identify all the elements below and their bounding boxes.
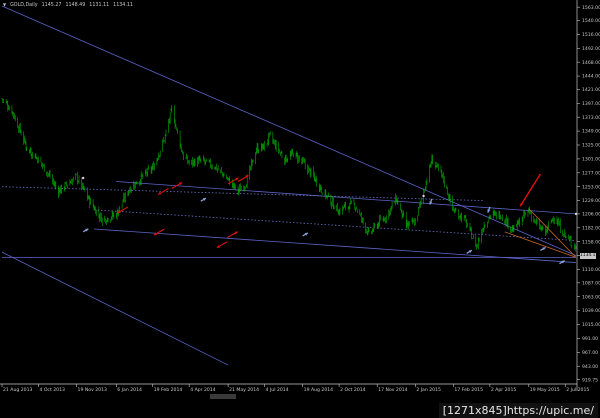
trendline-5	[1, 186, 484, 201]
annotation-arrows	[81, 173, 578, 265]
y-tick-label: 1277.00	[582, 170, 600, 176]
y-tick-label: 1516.00	[582, 32, 600, 38]
collapse-arrow-icon[interactable]: ▼	[3, 2, 6, 7]
anchor-dot-icon	[81, 176, 85, 180]
wedge-line-upper	[528, 208, 577, 258]
chart-tab[interactable]	[210, 394, 236, 399]
y-tick-label: 1397.00	[582, 101, 600, 107]
y-tick-label: 1301.00	[582, 156, 600, 162]
y-tick-label: 1039.00	[582, 308, 600, 314]
y-tick-label: 1444.00	[582, 74, 600, 80]
y-tick-label: 1158.00	[582, 239, 600, 245]
trendline-1	[116, 181, 577, 215]
chart-canvas[interactable]: 1563.00 1540.00 1516.00 1492.00 1468.00 1444.…	[0, 0, 600, 418]
close-value: 1134.11	[113, 3, 133, 8]
symbol-label: GOLD,Daily	[10, 3, 38, 8]
y-tick-label: 1373.00	[582, 115, 600, 121]
y-tick-label: 1563.00	[582, 5, 600, 11]
y-tick-label: 1325.00	[582, 143, 600, 149]
chart-info-bar: ▼ GOLD,Daily 1145.27 1148.49 1131.11 1134.11	[3, 2, 137, 8]
trendline-2	[93, 209, 577, 241]
y-tick-label: 1540.00	[582, 18, 600, 24]
y-tick-label: 1110.00	[582, 267, 600, 273]
y-tick-label: 1015.00	[582, 322, 600, 328]
y-tick-label: 943.00	[582, 364, 598, 370]
watermark-link[interactable]: [1271x845]https://upic.me/	[438, 403, 598, 418]
trendline-6	[1, 251, 229, 366]
y-tick-label: 1206.00	[582, 212, 600, 218]
price-axis: 1563.00 1540.00 1516.00 1492.00 1468.00 1444.…	[577, 5, 600, 383]
low-value: 1131.11	[89, 3, 110, 8]
anchor-dot-icon	[422, 194, 425, 198]
y-tick-label: 1253.00	[582, 184, 600, 190]
y-tick-label: 1087.00	[582, 280, 600, 286]
y-tick-label: 1349.00	[582, 129, 600, 135]
y-tick-label: 1182.00	[582, 225, 600, 231]
y-tick-label: 991.00	[582, 336, 598, 342]
open-value: 1145.27	[41, 3, 62, 8]
big-signal-arrow-icon-shaft	[519, 173, 541, 207]
y-tick-label: 967.00	[582, 350, 598, 356]
y-tick-label: 1421.00	[582, 87, 600, 93]
high-value: 1148.49	[65, 3, 86, 8]
current-price-tag: 1134.11	[580, 252, 599, 259]
y-tick-label: 1063.00	[582, 294, 600, 300]
y-tick-label: 1492.00	[582, 46, 600, 52]
y-tick-label: 1468.00	[582, 60, 600, 66]
y-tick-label: 1229.00	[582, 198, 600, 204]
y-tick-label: 919.75	[582, 377, 598, 383]
